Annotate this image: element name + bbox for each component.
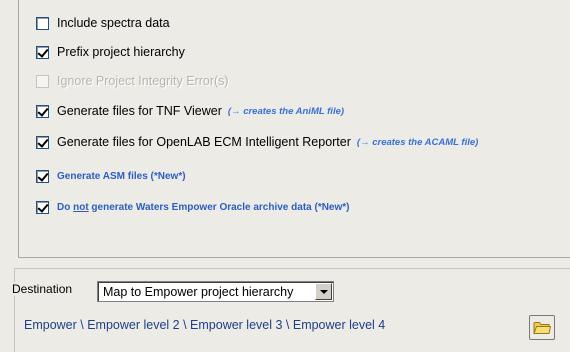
option-include-spectra[interactable]: Include spectra data <box>36 14 170 32</box>
waters-archive-checkbox[interactable] <box>36 200 49 214</box>
option-tnf-viewer[interactable]: Generate files for TNF Viewer (→ creates… <box>36 102 344 120</box>
destination-label: Destination <box>10 282 75 296</box>
asm-files-label: Generate ASM files (*New*) <box>57 170 186 182</box>
browse-folder-button[interactable] <box>529 315 555 340</box>
prefix-hierarchy-label: Prefix project hierarchy <box>57 45 185 59</box>
chevron-down-icon <box>319 289 328 294</box>
waters-archive-label: Do not generate Waters Empower Oracle ar… <box>57 201 350 213</box>
dropdown-arrow-button[interactable] <box>315 283 332 300</box>
ignore-integrity-label: Ignore Project Integrity Error(s) <box>57 74 229 88</box>
include-spectra-checkbox[interactable] <box>36 16 49 30</box>
folder-icon <box>533 322 551 334</box>
option-prefix-hierarchy[interactable]: Prefix project hierarchy <box>36 43 185 61</box>
openlab-reporter-checkbox[interactable] <box>36 135 49 149</box>
tnf-viewer-label: Generate files for TNF Viewer <box>57 104 222 118</box>
include-spectra-label: Include spectra data <box>57 16 170 30</box>
destination-path: Empower \ Empower level 2 \ Empower leve… <box>24 318 386 332</box>
tnf-viewer-checkbox[interactable] <box>36 104 49 118</box>
asm-files-checkbox[interactable] <box>36 169 49 183</box>
openlab-reporter-label: Generate files for OpenLAB ECM Intellige… <box>57 135 351 149</box>
option-asm-files[interactable]: Generate ASM files (*New*) <box>36 167 186 185</box>
option-waters-archive[interactable]: Do not generate Waters Empower Oracle ar… <box>36 198 350 216</box>
prefix-hierarchy-checkbox[interactable] <box>36 45 49 59</box>
animl-note: (→ creates the AniML file) <box>227 105 345 117</box>
destination-selected-value: Map to Empower project hierarchy <box>103 284 294 299</box>
destination-dropdown[interactable]: Map to Empower project hierarchy <box>97 281 334 302</box>
acaml-note: (→ creates the ACAML file) <box>356 136 479 148</box>
ignore-integrity-checkbox <box>36 74 49 88</box>
option-ignore-integrity: Ignore Project Integrity Error(s) <box>36 72 229 90</box>
export-options-panel: Include spectra data Prefix project hier… <box>18 0 570 258</box>
option-openlab-reporter[interactable]: Generate files for OpenLAB ECM Intellige… <box>36 133 478 151</box>
